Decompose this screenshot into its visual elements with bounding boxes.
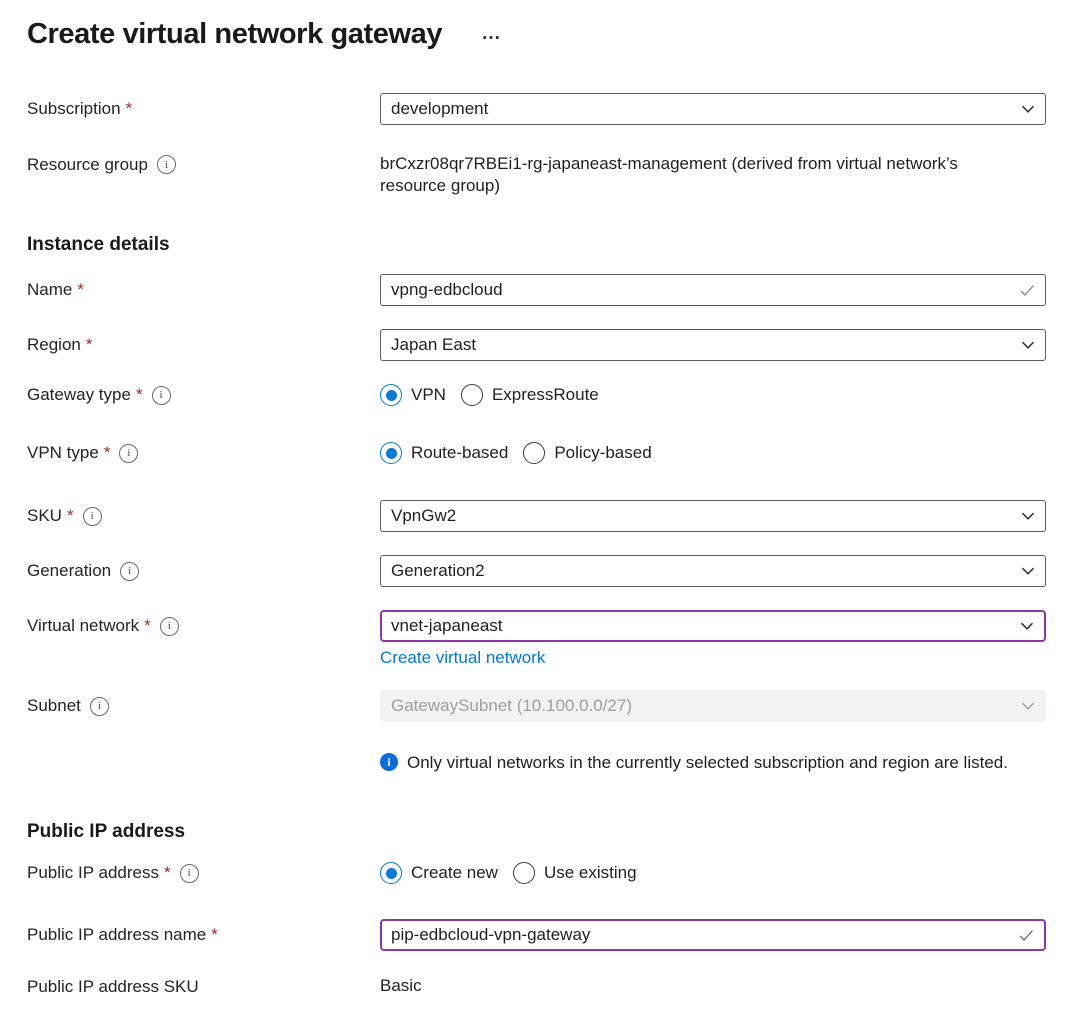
vpn-type-row: VPN type * i Route-based Policy-based [27,439,1080,467]
instance-details-heading: Instance details [27,233,1080,257]
subnet-value: GatewaySubnet (10.100.0.0/27) [391,696,632,716]
subscription-row: Subscription * development [27,93,1080,125]
required-asterisk: * [164,863,171,883]
radio-selected-icon [380,442,402,464]
vpn-type-label: VPN type * i [27,439,380,467]
gateway-type-label: Gateway type * i [27,381,380,409]
create-virtual-network-link[interactable]: Create virtual network [380,648,545,668]
required-asterisk: * [104,443,111,463]
required-asterisk: * [211,925,218,945]
public-ip-heading: Public IP address [27,820,1080,844]
radio-unselected-icon [523,442,545,464]
sku-row: SKU * i VpnGw2 [27,500,1080,532]
valid-checkmark-icon [1018,281,1036,299]
page-header: Create virtual network gateway ... [27,14,1080,54]
chevron-down-icon[interactable] [1020,563,1036,579]
public-ip-option-use-existing[interactable]: Use existing [513,862,637,884]
region-row: Region * Japan East [27,329,1080,361]
subnet-dropdown-disabled: GatewaySubnet (10.100.0.0/27) [380,690,1046,722]
generation-dropdown[interactable]: Generation2 [380,555,1046,587]
info-icon[interactable]: i [120,562,139,581]
info-note-row: i Only virtual networks in the currently… [27,751,1080,783]
generation-value: Generation2 [391,561,485,581]
info-note-text: Only virtual networks in the currently s… [407,751,1008,774]
name-row: Name * vpng-edbcloud [27,274,1080,306]
public-ip-name-label: Public IP address name * [27,919,380,951]
sku-value: VpnGw2 [391,506,456,526]
generation-row: Generation i Generation2 [27,555,1080,587]
gateway-type-option-expressroute[interactable]: ExpressRoute [461,384,599,406]
resource-group-label: Resource group i [27,153,380,187]
resource-group-row: Resource group i brCxzr08qr7RBEi1-rg-jap… [27,153,1080,197]
gateway-type-option-vpn[interactable]: VPN [380,384,446,406]
public-ip-label: Public IP address * i [27,859,380,887]
info-icon[interactable]: i [90,697,109,716]
public-ip-sku-row: Public IP address SKU Basic [27,975,1080,1009]
info-icon[interactable]: i [180,864,199,883]
vpn-type-option-route-based[interactable]: Route-based [380,442,508,464]
info-icon[interactable]: i [152,386,171,405]
region-label: Region * [27,329,380,361]
vpn-type-option-policy-based[interactable]: Policy-based [523,442,651,464]
public-ip-name-value: pip-edbcloud-vpn-gateway [391,925,590,945]
required-asterisk: * [67,506,74,526]
subnet-label: Subnet i [27,690,380,722]
resource-group-value: brCxzr08qr7RBEi1-rg-japaneast-management… [380,153,1020,197]
chevron-down-icon[interactable] [1020,101,1036,117]
sku-label: SKU * i [27,500,380,532]
required-asterisk: * [136,385,143,405]
name-input[interactable]: vpng-edbcloud [380,274,1046,306]
info-icon[interactable]: i [83,507,102,526]
required-asterisk: * [126,99,133,119]
virtual-network-dropdown[interactable]: vnet-japaneast [380,610,1046,642]
valid-checkmark-icon [1017,926,1035,944]
name-label: Name * [27,274,380,306]
info-icon[interactable]: i [160,617,179,636]
subscription-label: Subscription * [27,93,380,125]
required-asterisk: * [86,335,93,355]
info-note: i Only virtual networks in the currently… [380,751,1010,774]
gateway-type-row: Gateway type * i VPN ExpressRoute [27,381,1080,409]
virtual-network-value: vnet-japaneast [391,616,503,636]
subscription-dropdown[interactable]: development [380,93,1046,125]
create-vnet-gateway-page: Create virtual network gateway ... Subsc… [0,0,1080,1009]
info-icon[interactable]: i [157,155,176,174]
radio-unselected-icon [461,384,483,406]
subnet-row: Subnet i GatewaySubnet (10.100.0.0/27) [27,690,1080,722]
public-ip-option-create-new[interactable]: Create new [380,862,498,884]
chevron-down-icon[interactable] [1020,508,1036,524]
generation-label: Generation i [27,555,380,587]
public-ip-name-input[interactable]: pip-edbcloud-vpn-gateway [380,919,1046,951]
region-value: Japan East [391,335,476,355]
radio-selected-icon [380,862,402,884]
public-ip-row: Public IP address * i Create new Use exi… [27,859,1080,887]
required-asterisk: * [144,616,151,636]
name-value: vpng-edbcloud [391,280,503,300]
public-ip-sku-label: Public IP address SKU [27,975,380,1009]
public-ip-sku-value: Basic [380,975,1020,997]
sku-dropdown[interactable]: VpnGw2 [380,500,1046,532]
virtual-network-row: Virtual network * i vnet-japaneast Creat… [27,610,1080,668]
subscription-value: development [391,99,488,119]
chevron-down-icon[interactable] [1019,618,1035,634]
vpn-type-radio-group: Route-based Policy-based [380,439,1046,467]
radio-unselected-icon [513,862,535,884]
chevron-down-icon[interactable] [1020,337,1036,353]
virtual-network-label: Virtual network * i [27,610,380,642]
required-asterisk: * [77,280,84,300]
info-filled-icon: i [380,753,398,771]
more-options-button[interactable]: ... [480,25,503,43]
public-ip-name-row: Public IP address name * pip-edbcloud-vp… [27,919,1080,951]
radio-selected-icon [380,384,402,406]
info-icon[interactable]: i [119,444,138,463]
page-title: Create virtual network gateway [27,18,442,51]
public-ip-radio-group: Create new Use existing [380,859,1046,887]
region-dropdown[interactable]: Japan East [380,329,1046,361]
chevron-down-icon [1020,698,1036,714]
gateway-type-radio-group: VPN ExpressRoute [380,381,1046,409]
